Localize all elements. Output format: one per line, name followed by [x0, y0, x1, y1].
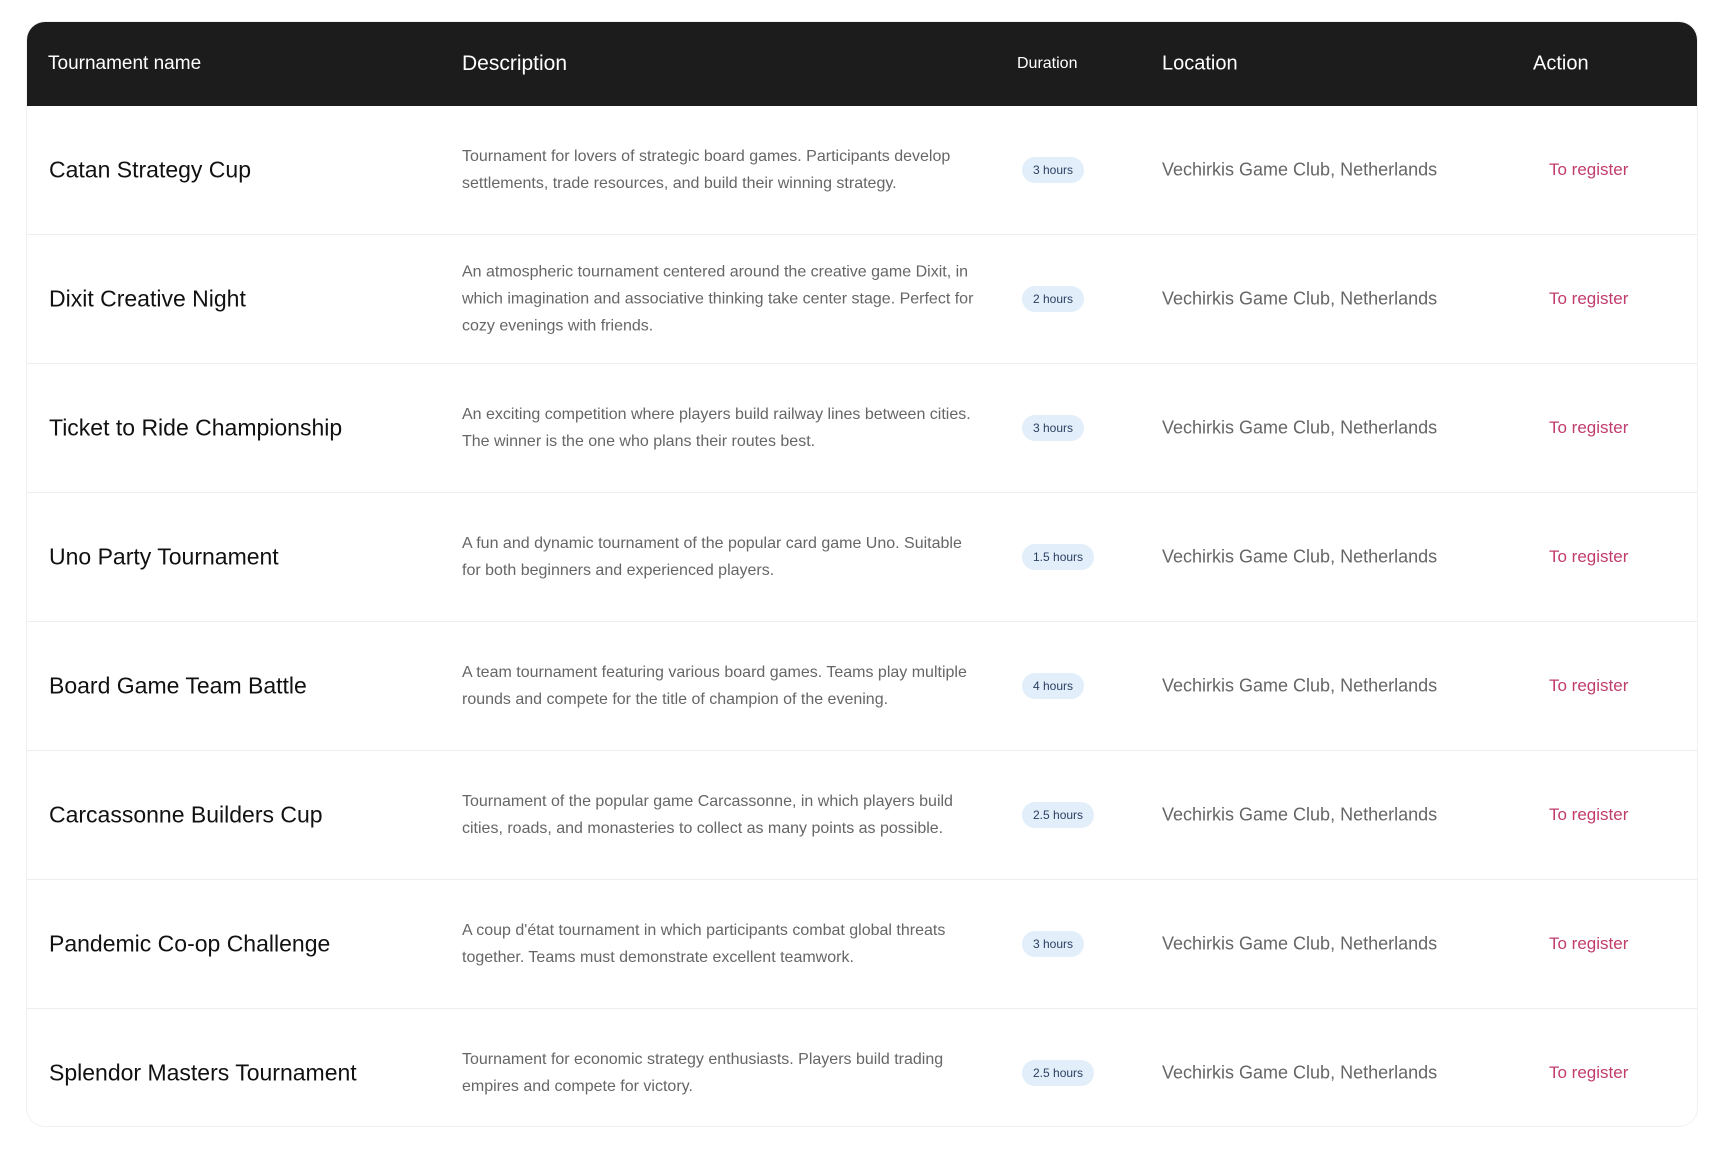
header-description: Description — [462, 52, 568, 75]
tournament-location: Vechirkis Game Club, Netherlands — [1162, 417, 1438, 438]
header-action: Action — [1533, 52, 1589, 75]
tournament-location: Vechirkis Game Club, Netherlands — [1162, 159, 1438, 180]
duration-badge: 2.5 hours — [1022, 1060, 1095, 1086]
table-row: Uno Party Tournament A fun and dynamic t… — [27, 493, 1697, 622]
table-row: Catan Strategy Cup Tournament for lovers… — [27, 106, 1697, 235]
tournament-description: An exciting competition where players bu… — [462, 406, 971, 450]
tournament-description: Tournament for economic strategy enthusi… — [462, 1051, 944, 1095]
tournament-name: Board Game Team Battle — [49, 672, 307, 699]
table-row: Carcassonne Builders Cup Tournament of t… — [27, 751, 1697, 880]
table-row: Dixit Creative Night An atmospheric tour… — [27, 235, 1697, 364]
table-body: Catan Strategy Cup Tournament for lovers… — [27, 106, 1697, 1126]
table-row: Ticket to Ride Championship An exciting … — [27, 364, 1697, 493]
duration-badge: 3 hours — [1022, 157, 1085, 183]
tournament-table: Tournament name Description Duration Loc… — [27, 22, 1697, 1126]
tournament-name: Uno Party Tournament — [49, 543, 279, 570]
tournament-description: Tournament of the popular game Carcasson… — [462, 793, 953, 837]
register-link[interactable]: To register — [1549, 676, 1628, 696]
tournament-name: Pandemic Co-op Challenge — [49, 930, 331, 957]
tournament-description: A fun and dynamic tournament of the popu… — [462, 535, 962, 579]
duration-badge: 2 hours — [1022, 286, 1085, 312]
register-link[interactable]: To register — [1549, 160, 1628, 180]
tournament-description: A coup d'état tournament in which partic… — [462, 922, 946, 966]
register-link[interactable]: To register — [1549, 1063, 1628, 1083]
tournament-location: Vechirkis Game Club, Netherlands — [1162, 546, 1438, 567]
tournament-name: Catan Strategy Cup — [49, 156, 252, 183]
table-row: Splendor Masters Tournament Tournament f… — [27, 1009, 1697, 1126]
tournament-location: Vechirkis Game Club, Netherlands — [1162, 1062, 1438, 1083]
table-row: Board Game Team Battle A team tournament… — [27, 622, 1697, 751]
tournament-location: Vechirkis Game Club, Netherlands — [1162, 933, 1438, 954]
table-header: Tournament name Description Duration Loc… — [27, 22, 1697, 106]
duration-badge: 1.5 hours — [1022, 544, 1095, 570]
duration-badge: 4 hours — [1022, 673, 1085, 699]
header-location: Location — [1162, 52, 1238, 75]
register-link[interactable]: To register — [1549, 418, 1628, 438]
tournament-name: Splendor Masters Tournament — [49, 1059, 357, 1086]
tournament-name: Ticket to Ride Championship — [49, 414, 343, 441]
tournament-description: Tournament for lovers of strategic board… — [462, 148, 951, 192]
header-duration: Duration — [1017, 55, 1078, 72]
tournament-name: Dixit Creative Night — [49, 285, 246, 312]
tournament-location: Vechirkis Game Club, Netherlands — [1162, 804, 1438, 825]
tournament-description: A team tournament featuring various boar… — [462, 664, 967, 708]
header-tournament-name: Tournament name — [48, 53, 202, 74]
register-link[interactable]: To register — [1549, 547, 1628, 567]
register-link[interactable]: To register — [1549, 934, 1628, 954]
register-link[interactable]: To register — [1549, 805, 1628, 825]
duration-badge: 3 hours — [1022, 931, 1085, 957]
tournament-location: Vechirkis Game Club, Netherlands — [1162, 675, 1438, 696]
register-link[interactable]: To register — [1549, 289, 1628, 309]
tournament-description: An atmospheric tournament centered aroun… — [462, 263, 974, 335]
tournament-name: Carcassonne Builders Cup — [49, 801, 323, 828]
table-row: Pandemic Co-op Challenge A coup d'état t… — [27, 880, 1697, 1009]
duration-badge: 3 hours — [1022, 415, 1085, 441]
tournament-location: Vechirkis Game Club, Netherlands — [1162, 288, 1438, 309]
duration-badge: 2.5 hours — [1022, 802, 1095, 828]
